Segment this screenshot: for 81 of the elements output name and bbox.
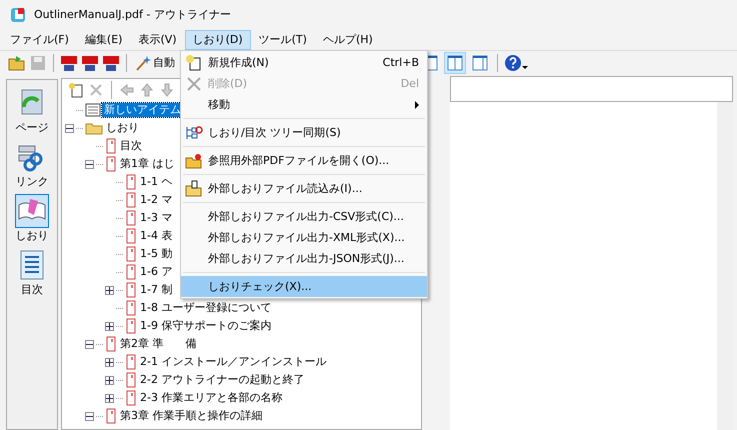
tree-item[interactable]: 新しいアイテム bbox=[102, 103, 183, 117]
menu-item[interactable]: 新規作成(N) Ctrl+B bbox=[181, 52, 427, 73]
page-icon bbox=[125, 318, 137, 334]
tree-icon bbox=[185, 124, 203, 142]
page-icon bbox=[125, 174, 137, 190]
menu-item[interactable]: ファイル(F) bbox=[2, 30, 77, 50]
menu-item[interactable]: 外部しおりファイル読込み(I)... bbox=[181, 178, 427, 199]
sidebar-item[interactable]: リンク bbox=[12, 138, 52, 190]
expand-icon[interactable] bbox=[105, 322, 114, 330]
page-icon bbox=[125, 390, 137, 406]
tree-item[interactable]: 1-9 保守サポートのご案内 bbox=[138, 319, 274, 333]
tree-item[interactable]: 1-4 表 bbox=[138, 229, 174, 243]
new-item-icon bbox=[185, 54, 203, 72]
tree-item[interactable]: 1-3 マ bbox=[138, 211, 174, 225]
auto-button[interactable]: 自動 bbox=[133, 52, 177, 74]
scrollbar[interactable] bbox=[717, 102, 733, 430]
menu-item[interactable]: 外部しおりファイル出力-JSON形式(J)... bbox=[181, 248, 427, 269]
expand-icon[interactable] bbox=[105, 286, 114, 294]
page-icon bbox=[125, 192, 137, 208]
tree-item[interactable]: 2-1 インストール／アンインストール bbox=[138, 355, 328, 369]
tree-item[interactable]: 1-1 ヘ bbox=[138, 175, 174, 189]
page-icon bbox=[125, 372, 137, 388]
collapse-icon[interactable] bbox=[65, 124, 74, 132]
tree-item[interactable]: 2-2 アウトライナーの起動と終了 bbox=[138, 373, 306, 387]
page-icon bbox=[125, 354, 137, 370]
wand-icon bbox=[135, 55, 151, 71]
menu-item[interactable]: 外部しおりファイル出力-CSV形式(C)... bbox=[181, 206, 427, 227]
page-icon bbox=[125, 282, 137, 298]
collapse-icon[interactable] bbox=[85, 160, 94, 168]
page-icon bbox=[125, 264, 137, 280]
page-icon bbox=[125, 246, 137, 262]
tree-item[interactable]: 目次 bbox=[118, 139, 144, 153]
layout-icon[interactable] bbox=[444, 52, 466, 74]
tree-item[interactable]: しおり bbox=[104, 121, 141, 135]
folder-icon[interactable] bbox=[8, 54, 26, 72]
expand-icon[interactable] bbox=[105, 394, 114, 402]
tree-item[interactable]: 1-7 制 bbox=[138, 283, 174, 297]
help-icon[interactable] bbox=[504, 54, 530, 72]
window-title: OutlinerManualJ.pdf - アウトライナー bbox=[34, 8, 231, 22]
menu-item[interactable]: ツール(T) bbox=[250, 30, 315, 50]
submenu-arrow-icon bbox=[415, 100, 419, 108]
menu-item[interactable]: しおり/目次 ツリー同期(S) bbox=[181, 122, 427, 143]
tree-item[interactable]: 第1章 はじ bbox=[118, 157, 176, 171]
page-icon bbox=[125, 228, 137, 244]
tree-item[interactable]: 1-6 ア bbox=[138, 265, 174, 279]
collapse-icon[interactable] bbox=[85, 340, 94, 348]
tree-item[interactable]: 第2章 準 備 bbox=[118, 337, 198, 351]
pdf-icon[interactable] bbox=[81, 54, 99, 72]
page-icon bbox=[105, 156, 117, 172]
menu-item[interactable]: 移動 bbox=[181, 94, 427, 115]
menu-item[interactable]: 表示(V) bbox=[130, 30, 185, 50]
menu-item[interactable]: しおりチェック(X)... bbox=[181, 276, 427, 297]
page-icon bbox=[105, 408, 117, 424]
tree-item[interactable]: 1-2 マ bbox=[138, 193, 174, 207]
page-icon bbox=[125, 210, 137, 226]
collapse-icon[interactable] bbox=[85, 412, 94, 420]
pdf-icon[interactable] bbox=[102, 54, 120, 72]
menu-item[interactable]: 編集(E) bbox=[76, 30, 130, 50]
tree-item[interactable]: 1-8 ユーザー登録について bbox=[138, 301, 274, 315]
tree-item[interactable]: 1-5 動 bbox=[138, 247, 174, 261]
sidebar-item[interactable]: 目次 bbox=[12, 246, 52, 298]
app-icon bbox=[10, 7, 26, 23]
expand-icon[interactable] bbox=[105, 376, 114, 384]
list-icon bbox=[85, 102, 101, 118]
tree-item[interactable]: 第3章 作業手順と操作の詳細 bbox=[118, 409, 264, 423]
expand-icon[interactable] bbox=[105, 358, 114, 366]
page-icon bbox=[125, 300, 137, 316]
folder-icon bbox=[185, 152, 203, 170]
page-icon bbox=[105, 138, 117, 154]
sidebar-item[interactable]: ページ bbox=[12, 84, 52, 136]
page-icon bbox=[105, 336, 117, 352]
menu-item[interactable]: しおり(D) bbox=[184, 30, 251, 50]
pdf-icon[interactable] bbox=[60, 54, 78, 72]
menu-item[interactable]: ヘルプ(H) bbox=[314, 30, 381, 50]
folder-icon bbox=[185, 180, 203, 198]
close-icon bbox=[185, 74, 203, 92]
tree-item[interactable]: 2-3 作業エリアと各部の名称 bbox=[138, 391, 284, 405]
menu-item[interactable]: 参照用外部PDFファイルを開く(O)... bbox=[181, 150, 427, 171]
input-field[interactable] bbox=[450, 76, 733, 102]
menu-item[interactable]: 外部しおりファイル出力-XML形式(X)... bbox=[181, 227, 427, 248]
new-item-icon[interactable] bbox=[68, 82, 84, 98]
